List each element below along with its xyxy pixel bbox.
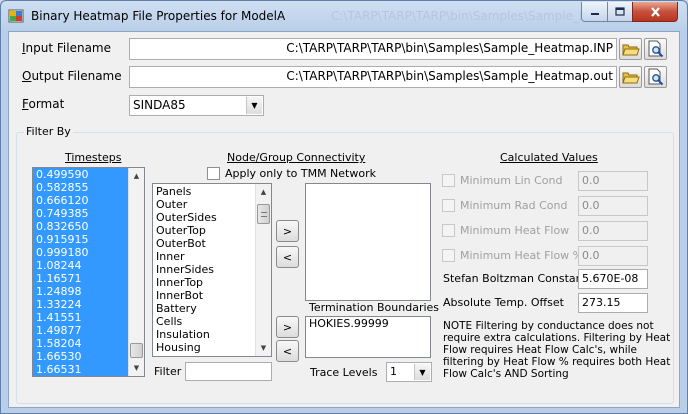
timesteps-label: Timesteps — [65, 151, 122, 164]
dialog-client-area: Input Filename C:\TARP\TARP\TARP\bin\Sam… — [8, 31, 680, 408]
group-item[interactable]: Insulation — [153, 328, 271, 341]
chevron-down-icon[interactable]: ▼ — [246, 97, 262, 114]
min-heat-flow-checkbox[interactable] — [442, 224, 455, 237]
group-item[interactable]: InnerSides — [153, 263, 271, 276]
input-preview-button[interactable] — [644, 38, 667, 60]
format-select[interactable]: SINDA85 ▼ — [129, 95, 264, 116]
output-browse-button[interactable] — [619, 66, 642, 88]
output-filename-field[interactable]: C:\TARP\TARP\TARP\bin\Samples\Sample_Hea… — [129, 66, 617, 88]
group-item[interactable]: OuterSides — [153, 211, 271, 224]
filtering-note: NOTE Filtering by conductance does not r… — [443, 320, 671, 380]
group-item[interactable]: OuterBot — [153, 237, 271, 250]
trace-levels-value: 1 — [390, 365, 397, 378]
timesteps-scrollbar[interactable]: ▲ ▼ — [128, 168, 144, 376]
remove-termination-button[interactable]: < — [276, 340, 299, 362]
min-lin-cond-field[interactable]: 0.0 — [578, 171, 648, 191]
min-rad-cond-checkbox[interactable] — [442, 199, 455, 212]
output-preview-button[interactable] — [644, 66, 667, 88]
format-label-text: ormat — [28, 97, 65, 111]
scroll-down-icon[interactable]: ▼ — [256, 340, 271, 356]
scroll-up-icon[interactable]: ▲ — [256, 184, 271, 200]
minimize-icon — [590, 12, 599, 15]
calculated-values-label: Calculated Values — [500, 151, 598, 164]
timesteps-list[interactable]: 0.499590 0.582855 0.666120 0.749385 0.832650… — [32, 167, 145, 377]
output-filename-label: Output Filename — [22, 69, 122, 83]
document-magnifier-icon — [648, 40, 663, 58]
min-rad-cond-label: Minimum Rad Cond — [460, 199, 568, 212]
group-filter-input[interactable] — [185, 362, 272, 381]
termination-list[interactable]: HOKIES.99999 — [305, 316, 431, 358]
groups-scrollbar[interactable]: ▲ ▼ — [255, 184, 271, 356]
min-lin-cond-label: Minimum Lin Cond — [460, 174, 563, 187]
min-heat-flow-pct-field[interactable]: 0.0 — [578, 246, 648, 266]
input-browse-button[interactable] — [619, 38, 642, 60]
chevron-down-icon[interactable]: ▼ — [414, 364, 430, 380]
min-heat-flow-field[interactable]: 0.0 — [578, 221, 648, 241]
tmm-network-checkbox[interactable] — [207, 167, 220, 180]
filter-by-title: Filter By — [24, 125, 73, 138]
node-group-label: Node/Group Connectivity — [227, 151, 366, 164]
app-icon — [8, 9, 24, 23]
scroll-up-icon[interactable]: ▲ — [129, 168, 144, 184]
scroll-down-icon[interactable]: ▼ — [129, 360, 144, 376]
input-filename-label: Input Filename — [22, 41, 112, 55]
output-filename-label-text: utput Filename — [31, 69, 122, 83]
trace-levels-label: Trace Levels — [310, 366, 378, 379]
selected-groups-list[interactable] — [305, 183, 431, 301]
grip-icon — [260, 211, 267, 217]
maximize-icon — [615, 7, 625, 16]
group-item[interactable]: Battery — [153, 302, 271, 315]
remove-group-button[interactable]: < — [276, 246, 299, 268]
group-item[interactable]: InnerTop — [153, 276, 271, 289]
format-value: SINDA85 — [133, 98, 186, 112]
group-item[interactable]: Inner — [153, 250, 271, 263]
close-icon — [650, 6, 660, 17]
min-heat-flow-pct-label: Minimum Heat Flow % — [460, 249, 584, 262]
stefan-boltzman-field[interactable]: 5.670E-08 — [578, 269, 648, 289]
document-magnifier-icon — [648, 68, 663, 86]
dialog-window: Binary Heatmap File Properties for Model… — [0, 0, 688, 414]
window-title: Binary Heatmap File Properties for Model… — [31, 9, 286, 23]
min-rad-cond-field[interactable]: 0.0 — [578, 196, 648, 216]
abs-temp-offset-label: Absolute Temp. Offset — [443, 296, 564, 309]
groups-list[interactable]: Panels Outer OuterSides OuterTop OuterBot Inn… — [152, 183, 272, 357]
maximize-button[interactable] — [607, 2, 633, 22]
termination-items: HOKIES.99999 — [306, 317, 430, 330]
group-item[interactable]: Outer — [153, 198, 271, 211]
group-item[interactable]: InnerBot — [153, 289, 271, 302]
input-filename-field[interactable]: C:\TARP\TARP\TARP\bin\Samples\Sample_Hea… — [129, 38, 617, 60]
min-heat-flow-label: Minimum Heat Flow — [460, 224, 570, 237]
input-filename-label-text: nput Filename — [25, 41, 112, 55]
termination-item[interactable]: HOKIES.99999 — [306, 317, 430, 330]
group-item[interactable]: Panels — [153, 185, 271, 198]
close-button[interactable] — [632, 2, 678, 22]
groups-items: Panels Outer OuterSides OuterTop OuterBot Inn… — [153, 184, 271, 354]
scroll-thumb[interactable] — [257, 204, 270, 224]
folder-open-icon — [621, 72, 640, 83]
tmm-network-label: Apply only to TMM Network — [225, 167, 376, 180]
group-item[interactable]: OuterTop — [153, 224, 271, 237]
format-label: Format — [22, 97, 65, 111]
min-heat-flow-pct-checkbox[interactable] — [442, 249, 455, 262]
add-group-button[interactable]: > — [276, 220, 299, 242]
title-bar[interactable]: Binary Heatmap File Properties for Model… — [1, 1, 687, 31]
folder-open-icon — [621, 44, 640, 55]
stefan-boltzman-label: Stefan Boltzman Constant — [443, 272, 587, 285]
add-termination-button[interactable]: > — [276, 316, 299, 338]
minimize-button[interactable] — [581, 2, 608, 22]
group-item[interactable]: Cells — [153, 315, 271, 328]
min-lin-cond-checkbox[interactable] — [442, 174, 455, 187]
scroll-thumb[interactable] — [130, 343, 143, 358]
filter-label: Filter — [154, 365, 182, 378]
termination-label: Termination Boundaries — [309, 301, 440, 314]
group-item[interactable]: Housing — [153, 341, 271, 354]
trace-levels-select[interactable]: 1 ▼ — [386, 362, 432, 382]
abs-temp-offset-field[interactable]: 273.15 — [578, 293, 648, 313]
